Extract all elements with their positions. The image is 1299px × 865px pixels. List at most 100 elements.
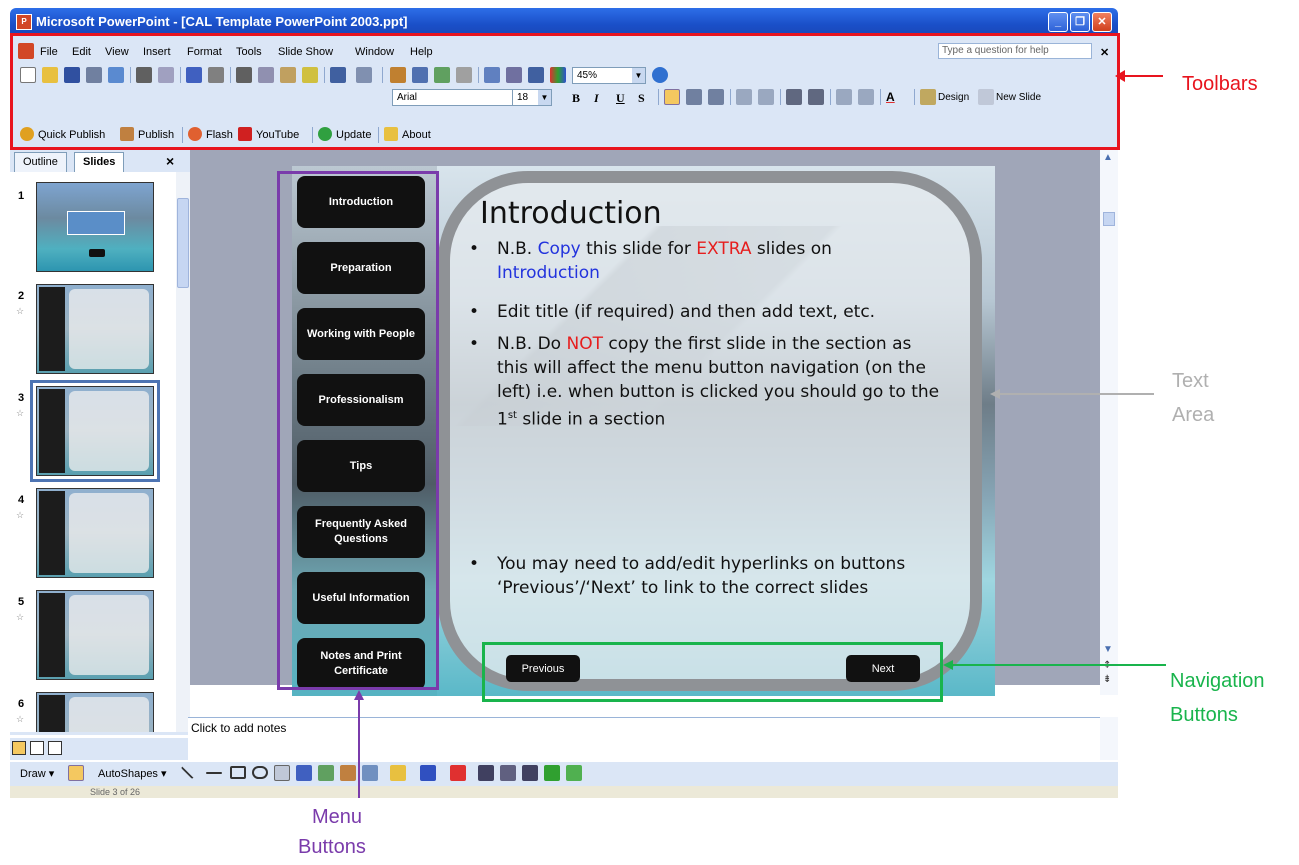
slide-thumbnail-1[interactable] (36, 182, 154, 272)
navigation-arrow (943, 660, 1166, 670)
next-slide-icon[interactable]: ⇟ (1103, 674, 1111, 685)
bullet-dot: • (469, 334, 480, 354)
title-bar: P Microsoft PowerPoint - [CAL Template P… (10, 8, 1118, 36)
view-buttons-bar (10, 738, 188, 760)
thumbnail-menu (39, 287, 65, 371)
notes-pane[interactable]: Click to add notes (188, 717, 1100, 760)
fill-color-icon[interactable] (390, 765, 406, 781)
animation-star-icon: ☆ (16, 408, 25, 418)
menu-buttons-arrow (354, 690, 364, 798)
slide-sorter-icon[interactable] (30, 741, 44, 755)
animation-star-icon: ☆ (16, 612, 25, 622)
toolbars-label: Toolbars (1182, 73, 1258, 95)
text-area-label-line2: Area (1172, 404, 1215, 426)
vertical-scrollbar[interactable]: ▲ ▼ ⇞ ⇟ (1100, 150, 1118, 695)
tab-slides[interactable]: Slides (74, 152, 125, 172)
bullet-dot: • (469, 239, 480, 259)
text: N.B. (497, 239, 538, 259)
text-introduction-link[interactable]: Introduction (497, 263, 600, 283)
select-objects-icon[interactable] (68, 765, 84, 781)
scrollbar-thumb[interactable] (177, 198, 189, 288)
diagram-icon[interactable] (318, 765, 334, 781)
bullet-3[interactable]: • N.B. Do NOT copy the first slide in th… (460, 332, 940, 432)
slide-number: 5 (18, 596, 25, 608)
window-title: Microsoft PowerPoint - [CAL Template Pow… (36, 14, 408, 29)
slide-number: 1 (18, 190, 25, 202)
draw-menu-button[interactable]: Draw ▾ (20, 767, 54, 780)
slide-number: 2 (18, 290, 25, 302)
text: N.B. Do (497, 334, 567, 354)
navigation-label-line2: Buttons (1170, 704, 1238, 726)
thumbnail-menu (39, 491, 65, 575)
menu-buttons-highlight-box (277, 171, 439, 690)
3d-style-icon[interactable] (566, 765, 582, 781)
dash-style-icon[interactable] (500, 765, 516, 781)
toolbars-highlight-box (10, 33, 1120, 150)
line-icon[interactable] (180, 760, 200, 780)
text: slide in a section (516, 409, 666, 430)
close-pane-icon[interactable]: × (166, 153, 174, 169)
slide-thumbnail-4[interactable] (36, 488, 154, 578)
text: Edit title (if required) and then add te… (497, 302, 876, 322)
text: You may need to add/edit hyperlinks on b… (497, 554, 906, 598)
drawing-toolbar: Draw ▾ AutoShapes ▾ (10, 760, 1118, 786)
autoshapes-menu-button[interactable]: AutoShapes ▾ (98, 767, 167, 780)
slide-number: 4 (18, 494, 25, 506)
slide-thumbnail-5[interactable] (36, 590, 154, 680)
navigation-label-line1: Navigation (1170, 670, 1265, 692)
animation-star-icon: ☆ (16, 510, 25, 520)
font-color-icon[interactable] (450, 765, 466, 781)
shadow-style-icon[interactable] (544, 765, 560, 781)
navigation-buttons-highlight-box (482, 642, 943, 702)
arrow-icon[interactable] (206, 772, 222, 774)
tab-outline[interactable]: Outline (14, 152, 67, 172)
bullet-4[interactable]: • You may need to add/edit hyperlinks on… (460, 552, 940, 600)
scrollbar-thumb[interactable] (1103, 212, 1115, 226)
text-extra: EXTRA (696, 239, 752, 259)
text-copy: Copy (537, 239, 581, 259)
slide-show-icon[interactable] (48, 741, 62, 755)
menu-label-line1: Menu (312, 806, 363, 828)
slide-number: 3 (18, 392, 25, 404)
text-area-label-line1: Text (1172, 370, 1209, 392)
thumbnail-menu (39, 593, 65, 677)
thumbnail-card (69, 595, 149, 675)
thumbnail-menu (39, 389, 65, 473)
slide-thumbnail-2[interactable] (36, 284, 154, 374)
scroll-down-icon[interactable]: ▼ (1103, 644, 1113, 655)
slide-thumbnail-6[interactable] (36, 692, 154, 732)
line-color-icon[interactable] (420, 765, 436, 781)
text-not: NOT (566, 334, 603, 354)
slide-number: 6 (18, 698, 25, 710)
animation-star-icon: ☆ (16, 306, 25, 316)
text-box-icon[interactable] (274, 765, 290, 781)
menu-label-line2: Buttons (298, 836, 366, 858)
thumbnail-title-box (67, 211, 125, 235)
text: this slide for (580, 239, 697, 259)
arrow-style-icon[interactable] (522, 765, 538, 781)
status-bar: Slide 3 of 26 (10, 786, 1118, 798)
superscript: st (507, 410, 517, 421)
normal-view-icon[interactable] (12, 741, 26, 755)
rectangle-icon[interactable] (230, 766, 246, 779)
wordart-icon[interactable] (296, 765, 312, 781)
slide-title[interactable]: Introduction (480, 196, 662, 231)
oval-icon[interactable] (252, 766, 268, 779)
thumbnail-card (69, 289, 149, 369)
thumbnail-card (69, 391, 149, 471)
bullet-dot: • (469, 554, 480, 574)
maximize-button[interactable]: ❐ (1070, 12, 1090, 32)
minimize-button[interactable]: _ (1048, 12, 1068, 32)
bullet-1[interactable]: • N.B. Copy this slide for EXTRA slides … (460, 237, 940, 285)
slides-pane: Outline Slides × 1 2 ☆ 3 ☆ 4 ☆ 5 ☆ 6 ☆ (10, 150, 190, 735)
thumbnail-scrollbar[interactable] (176, 172, 190, 732)
bullet-2[interactable]: • Edit title (if required) and then add … (460, 300, 940, 324)
notes-scrollbar[interactable] (1100, 717, 1118, 760)
close-window-button[interactable]: ✕ (1092, 12, 1112, 32)
scroll-up-icon[interactable]: ▲ (1103, 152, 1113, 163)
slide-thumbnail-3[interactable] (36, 386, 154, 476)
text: slides on (751, 239, 832, 259)
powerpoint-app-icon: P (16, 14, 32, 30)
animation-star-icon: ☆ (16, 714, 25, 724)
line-style-icon[interactable] (478, 765, 494, 781)
